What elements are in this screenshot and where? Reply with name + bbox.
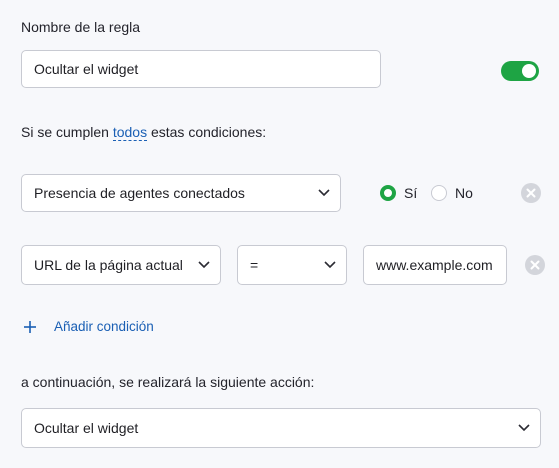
add-condition-label: Añadir condición (54, 319, 154, 334)
close-circle-icon (526, 188, 536, 198)
condition2-field-select[interactable]: URL de la página actual (21, 245, 221, 285)
rule-name-label: Nombre de la regla (21, 19, 141, 35)
chevron-down-icon (318, 189, 330, 197)
condition1-radio-yes[interactable] (380, 185, 396, 201)
condition1-remove-button[interactable] (521, 183, 541, 203)
chevron-down-icon (198, 261, 210, 269)
condition1-select[interactable]: Presencia de agentes conectados (21, 174, 341, 212)
condition1-no-label: No (455, 185, 473, 201)
condition2-field-value: URL de la página actual (34, 257, 183, 273)
plus-icon (24, 320, 36, 333)
condition2-operator-value: = (250, 257, 259, 273)
action-label: a continuación, se realizará la siguient… (21, 374, 315, 390)
conditions-intro-suffix: estas condiciones: (150, 124, 267, 140)
action-select-value: Ocultar el widget (34, 420, 139, 436)
match-mode-link[interactable]: todos (112, 124, 148, 141)
action-select[interactable]: Ocultar el widget (21, 408, 541, 448)
condition1-select-value: Presencia de agentes conectados (34, 185, 245, 201)
chevron-down-icon (324, 261, 336, 269)
condition2-operator-select[interactable]: = (237, 245, 347, 285)
conditions-intro: Si se cumplen todos estas condiciones: (21, 124, 267, 141)
rule-enabled-toggle[interactable] (501, 61, 539, 81)
condition1-radio-no[interactable] (431, 185, 447, 201)
add-condition-button[interactable]: Añadir condición (23, 319, 154, 334)
condition1-yes-label: Sí (404, 185, 418, 201)
close-circle-icon (530, 260, 540, 270)
chevron-down-icon (518, 424, 530, 432)
toggle-knob (522, 64, 536, 78)
condition2-value-input[interactable] (363, 245, 507, 285)
condition2-remove-button[interactable] (525, 255, 545, 275)
rule-name-input[interactable] (21, 50, 381, 88)
conditions-intro-prefix: Si se cumplen (21, 124, 109, 140)
